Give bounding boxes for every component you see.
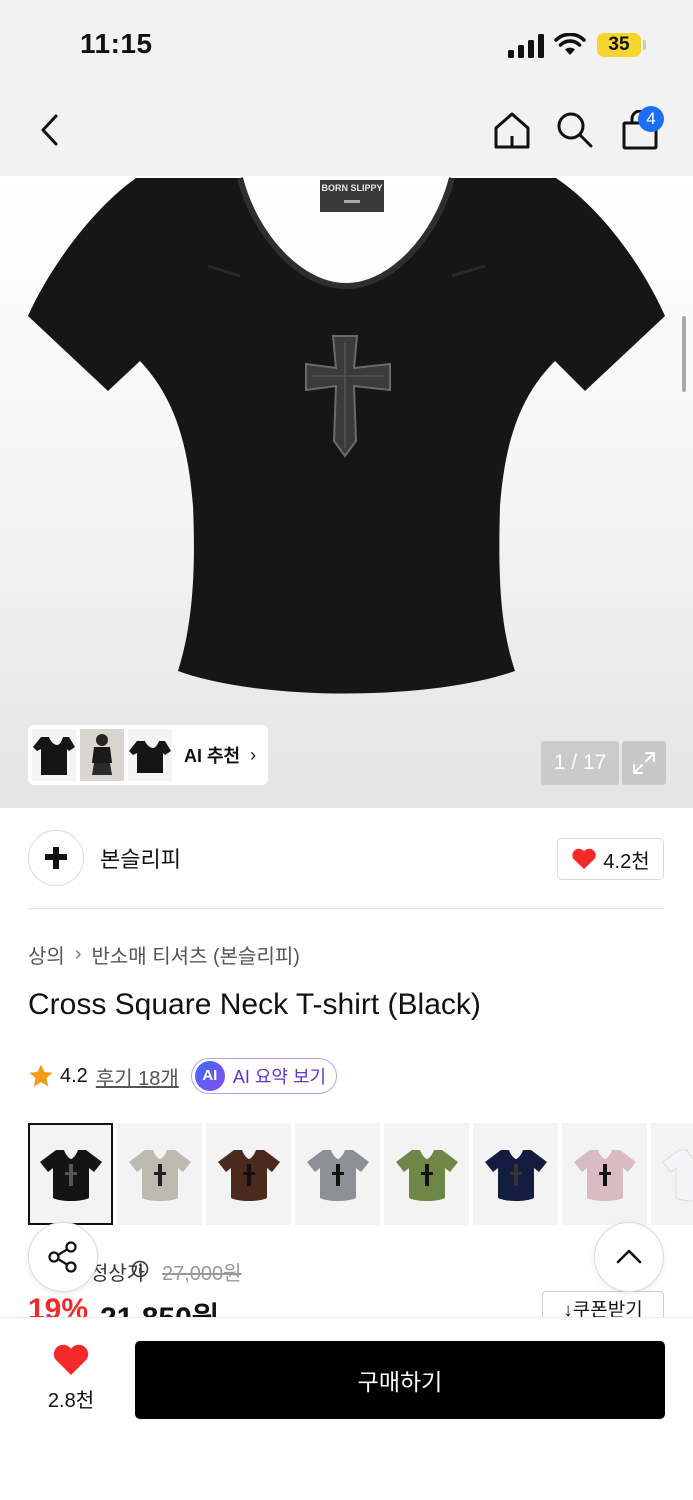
cellular-signal-icon [508,34,544,58]
like-count: 2.8천 [47,1390,95,1412]
rating-value: 4.2 [60,1064,88,1087]
tshirt-swatch-icon [573,1150,636,1201]
color-swatch-list [28,1123,693,1227]
shirt-tag-text: BORN SLIPPY [321,183,382,193]
breadcrumb-category[interactable]: 상의 [28,940,65,969]
info-icon[interactable] [131,1260,149,1278]
search-button[interactable] [551,106,599,154]
chevron-up-icon [616,1249,642,1264]
buy-button[interactable]: 구매하기 [135,1341,665,1419]
color-swatch-khaki[interactable] [384,1123,469,1225]
color-swatch-brown[interactable] [206,1123,291,1225]
like-button[interactable]: 2.8천 [30,1344,112,1418]
sale-price: 21,850원 [100,1293,219,1317]
chevron-left-icon [41,114,58,146]
breadcrumb-subcategory[interactable]: 반소매 티셔츠 (본슬리피) [91,940,299,969]
image-scroll-indicator [682,316,686,392]
ai-recommend-thumbnail [32,729,76,781]
brand-logo[interactable] [28,830,84,886]
expand-icon [633,752,655,774]
ai-summary-label: AI 요약 보기 [232,1067,327,1087]
original-price: 27,000원 [162,1263,242,1285]
color-swatch-white[interactable] [651,1123,693,1225]
download-icon: ↓ [563,1300,573,1317]
product-tshirt-image: BORN SLIPPY [28,177,665,694]
ai-recommend-thumbnail [80,729,124,781]
share-button[interactable] [28,1222,98,1292]
battery-indicator: 35 [597,33,641,57]
expand-image-button[interactable] [622,741,666,785]
coupon-label: 쿠폰받기 [572,1300,643,1317]
color-swatch-pink[interactable] [562,1123,647,1225]
status-bar: 11:15 35 [0,0,693,90]
color-swatch-navy[interactable] [473,1123,558,1225]
color-swatch-gray[interactable] [295,1123,380,1225]
scroll-to-top-button[interactable] [594,1222,664,1292]
chevron-right-icon: › [250,744,257,765]
cart-count-badge: 4 [638,106,664,132]
brand-like-button[interactable]: 4.2천 [557,838,664,880]
tshirt-swatch-icon [306,1150,369,1201]
image-page-counter: 1 / 17 [541,741,619,785]
product-title: Cross Square Neck T-shirt (Black) [28,988,481,1021]
ai-badge-icon: AI [194,1061,225,1091]
top-nav: 4 [0,90,693,176]
heart-icon [572,848,597,869]
tshirt-swatch-icon [39,1150,102,1201]
bottom-action-bar: 2.8천 구매하기 [0,1317,693,1500]
home-icon [494,112,530,149]
wifi-icon [554,33,586,55]
tshirt-thumbnail-icon [129,741,171,773]
tshirt-swatch-icon [395,1150,458,1201]
discount-rate: 19% [28,1293,89,1317]
brand-name[interactable]: 본슬리피 [100,842,181,874]
ai-recommend-thumbnail [128,729,172,781]
ai-recommend-button[interactable]: AI 추천 › [28,725,268,785]
status-time: 11:15 [80,28,153,59]
price-area: 정상가 27,000원 19% 21,850원 ↓쿠폰받기 [28,1255,668,1317]
tshirt-swatch-icon [128,1150,191,1201]
tshirt-swatch-icon [217,1150,280,1201]
model-photo-thumbnail [80,729,124,781]
heart-icon [53,1344,89,1375]
battery-tip [643,40,646,50]
tshirt-swatch-icon [661,1149,693,1202]
coupon-button[interactable]: ↓쿠폰받기 [542,1291,664,1317]
home-button[interactable] [488,106,536,154]
breadcrumb: 상의 › 반소매 티셔츠 (본슬리피) [28,940,300,969]
ai-summary-button[interactable]: AI AI 요약 보기 [190,1058,338,1094]
back-button[interactable] [26,106,74,154]
color-swatch-gray-beige[interactable] [117,1123,202,1225]
brand-like-count: 4.2천 [603,850,650,873]
chevron-right-icon: › [74,943,82,965]
ai-recommend-label: AI 추천 [184,746,241,766]
tshirt-thumbnail-icon [33,737,75,775]
rating-row: 4.2 후기 18개 AI AI 요약 보기 [28,1058,338,1094]
color-swatch-black[interactable] [28,1123,113,1225]
tshirt-swatch-icon [484,1150,547,1201]
product-image-gallery[interactable]: BORN SLIPPY [0,176,693,808]
divider [28,908,664,909]
cross-logo-icon [45,847,67,869]
search-icon [557,112,593,148]
share-icon [48,1241,77,1273]
reviews-link[interactable]: 후기 18개 [96,1062,179,1091]
star-icon [29,1064,53,1087]
